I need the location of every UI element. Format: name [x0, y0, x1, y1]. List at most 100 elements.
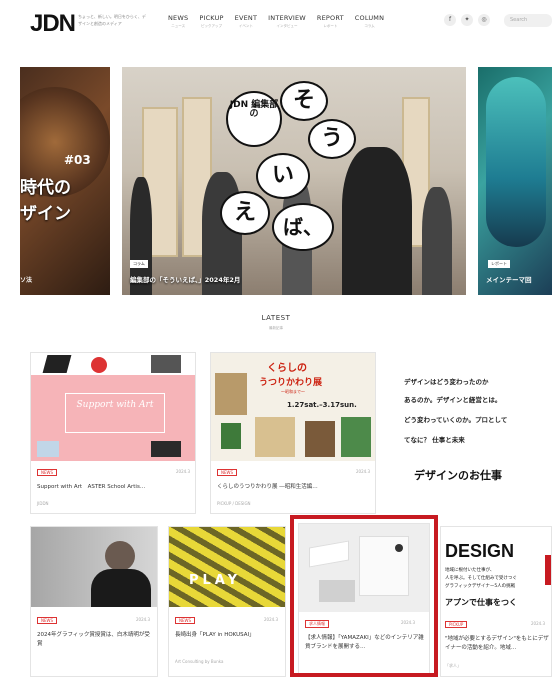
- slide-number: #03: [64, 153, 91, 167]
- category-tag[interactable]: NEWS: [175, 617, 196, 624]
- thumbnail-headline: PLAY: [189, 573, 242, 588]
- sculpture-image: [486, 77, 546, 247]
- article-title[interactable]: "地域が必要とするデザイン"をもとにデザイナーの活動を紹介。地域…: [445, 635, 551, 653]
- twitter-icon[interactable]: ✦: [461, 14, 473, 26]
- article-title[interactable]: Support with Art ASTER School Artis…: [37, 483, 191, 492]
- hero-carousel: #03 時代のザイン ソ法 JDN 編集部の そ う い え ば、 コラム 編集…: [0, 67, 552, 295]
- interior-item: [319, 580, 355, 602]
- decorative-shape: [341, 417, 371, 457]
- speech-bubble: JDN 編集部の: [226, 91, 282, 147]
- nav-sub-label: コラム: [364, 24, 375, 28]
- nav-label: EVENT: [234, 14, 258, 22]
- speech-bubble: え: [220, 191, 270, 235]
- decorative-shape: [151, 355, 181, 373]
- decorative-shape: [221, 423, 241, 449]
- interior-item: [395, 544, 403, 552]
- article-card[interactable]: くらしの うつりかわり展 〜昭和まで〜 1.27sat.–3.17sun. NE…: [210, 352, 376, 514]
- article-date: 2024.3: [356, 469, 370, 474]
- thumbnail-headline: DESIGN: [445, 541, 515, 561]
- pattern-image: [169, 527, 285, 607]
- article-date: 2024.3: [401, 620, 415, 625]
- category-tag[interactable]: レポート: [488, 260, 510, 268]
- nav-column[interactable]: COLUMN コラム: [355, 14, 384, 29]
- decorative-shape: [37, 441, 59, 457]
- jdn-logo[interactable]: JDN: [30, 10, 76, 38]
- facebook-icon[interactable]: f: [444, 14, 456, 26]
- nav-event[interactable]: EVENT イベント: [235, 14, 258, 29]
- thumbnail-headline: Support with Art: [65, 393, 165, 433]
- article-title[interactable]: 2024年グラフィック賞授賞は、白木靖明が受賞: [37, 631, 155, 649]
- slide-title-line: ザイン: [20, 204, 71, 224]
- nav-sub-label: ピックアップ: [201, 24, 222, 28]
- promo-line: あるのか。デザインと経営とは。: [404, 396, 502, 404]
- article-title[interactable]: 【求人情報】「YAMAZAKI」などのインテリア雑貨ブランドを展開する…: [305, 634, 427, 652]
- slide-caption[interactable]: メインテーマ回: [486, 274, 532, 284]
- slide-title-line: 時代の: [20, 178, 71, 198]
- decorative-shape: [545, 555, 551, 585]
- visitor-figure: [422, 187, 452, 295]
- decorative-shape: [305, 421, 335, 457]
- category-tag[interactable]: NEWS: [217, 469, 238, 476]
- article-title[interactable]: くらしのうつりかわり展 ―昭和生活編…: [217, 483, 371, 492]
- hero-slide-next[interactable]: レポート メインテーマ回: [478, 67, 552, 295]
- category-tag[interactable]: PICKUP: [445, 621, 468, 628]
- article-card[interactable]: 求人情報 2024.3 【求人情報】「YAMAZAKI」などのインテリア雑貨ブラ…: [298, 523, 430, 677]
- article-date: 2024.3: [264, 617, 278, 622]
- instagram-icon[interactable]: ◎: [478, 14, 490, 26]
- nav-label: INTERVIEW: [268, 14, 306, 22]
- interior-item: [309, 540, 349, 568]
- promo-headline: デザインのお仕事: [414, 469, 502, 482]
- category-tag[interactable]: コラム: [130, 260, 148, 268]
- category-tag[interactable]: NEWS: [37, 469, 58, 476]
- nav-sub-label: レポート: [323, 24, 338, 28]
- decorative-shape: [255, 417, 295, 457]
- article-card[interactable]: PLAY NEWS 2024.3 長崎出身「PLAY in HOKUSAI」 A…: [168, 526, 286, 677]
- thumbnail-date: 1.27sat.–3.17sun.: [287, 401, 357, 409]
- thumbnail-headline: くらしの: [267, 363, 307, 374]
- social-links: f ✦ ◎: [444, 14, 490, 26]
- speech-bubble: そ: [280, 81, 328, 121]
- category-tag[interactable]: NEWS: [37, 617, 58, 624]
- slide-title: 時代の ザイン: [20, 175, 71, 227]
- article-card[interactable]: デザインはどう変わったのか あるのか。デザインと経営とは。 どう変わっていくのか…: [390, 352, 552, 514]
- promo-line: どう変わっていくのか。プロとして: [404, 416, 508, 424]
- nav-label: NEWS: [168, 14, 189, 22]
- nav-label: PICKUP: [199, 14, 224, 22]
- article-thumbnail: [299, 524, 429, 612]
- article-author: Art Consulting by Bunka: [175, 659, 224, 664]
- category-tag[interactable]: 求人情報: [305, 620, 329, 628]
- speech-bubble: ば、: [272, 203, 334, 251]
- hero-slide-current[interactable]: JDN 編集部の そ う い え ば、 コラム 編集部の「そういえば、」2024…: [122, 67, 466, 295]
- slide-caption[interactable]: 編集部の「そういえば、」2024年2月: [130, 274, 240, 284]
- decorative-shape: [91, 357, 107, 373]
- article-author: JIDDN: [37, 501, 49, 506]
- thumbnail-line: 地域に根付いた仕事が、: [445, 568, 495, 573]
- decorative-shape: [42, 355, 72, 373]
- article-thumbnail: Support with Art: [31, 353, 195, 461]
- site-tagline: ちょっと、新しい。明日をひらく、デザインと創造のメディア: [78, 14, 146, 26]
- hero-slide-prev[interactable]: #03 時代のザイン ソ法: [20, 67, 110, 295]
- promo-line: デザインはどう変わったのか: [404, 378, 489, 386]
- search-input[interactable]: Search: [504, 14, 552, 27]
- decorative-shape: [151, 441, 181, 457]
- nav-interview[interactable]: INTERVIEW インタビュー: [268, 14, 306, 29]
- article-card[interactable]: DESIGN 地域に根付いた仕事が、 人を呼ぶ。そして仕組みで受けつぐ グラフィ…: [440, 526, 552, 677]
- article-card[interactable]: Support with Art NEWS 2024.3 Support wit…: [30, 352, 196, 514]
- nav-sub-label: イベント: [238, 24, 253, 28]
- article-date: 2024.3: [531, 621, 545, 626]
- thumbnail-band: [31, 353, 195, 375]
- latest-heading: LATEST: [261, 314, 291, 322]
- article-title[interactable]: 長崎出身「PLAY in HOKUSAI」: [175, 631, 283, 640]
- article-thumbnail: くらしの うつりかわり展 〜昭和まで〜 1.27sat.–3.17sun.: [211, 353, 375, 461]
- article-author: 「求人」: [445, 663, 461, 668]
- thumbnail-headline: うつりかわり展: [259, 378, 323, 388]
- article-card[interactable]: NEWS 2024.3 2024年グラフィック賞授賞は、白木靖明が受賞: [30, 526, 158, 677]
- latest-subheading: 最新記事: [269, 326, 283, 330]
- nav-sub-label: インタビュー: [276, 24, 298, 28]
- nav-news[interactable]: NEWS ニュース: [168, 14, 188, 29]
- slide-caption: ソ法: [20, 277, 33, 284]
- nav-label: REPORT: [316, 14, 344, 22]
- nav-pickup[interactable]: PICKUP ピックアップ: [199, 14, 223, 29]
- nav-report[interactable]: REPORT レポート: [317, 14, 344, 29]
- portrait-body: [91, 569, 151, 607]
